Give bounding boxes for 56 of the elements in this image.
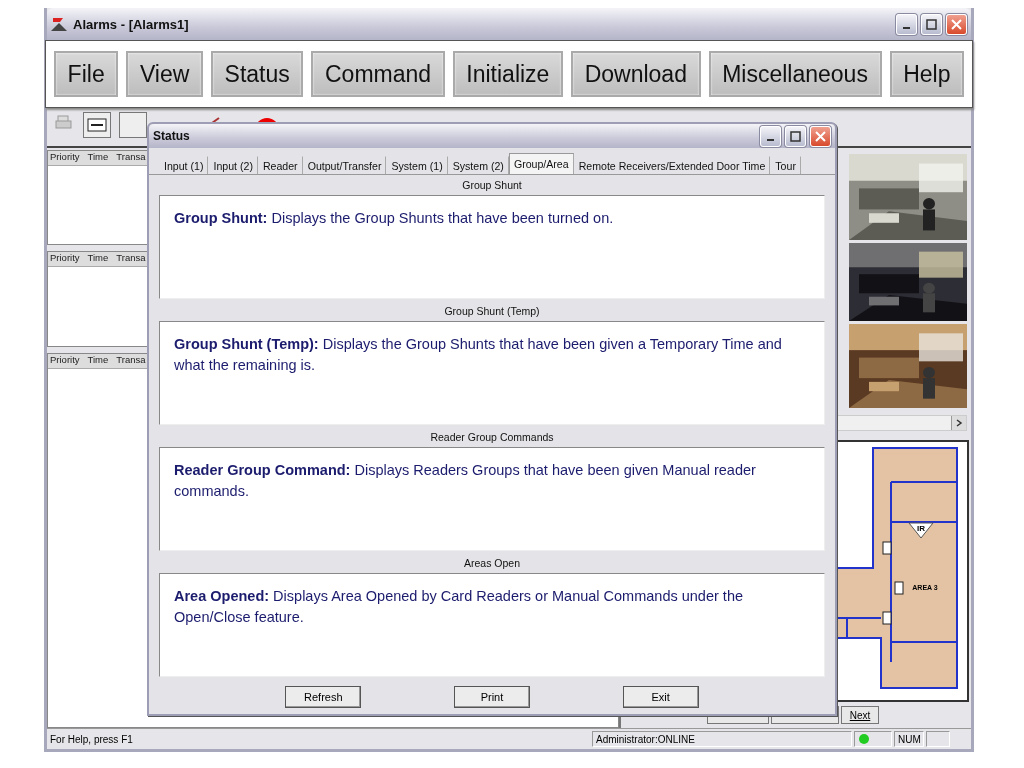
status-led-icon	[858, 733, 870, 745]
column-header[interactable]: Priority	[50, 353, 80, 368]
close-button[interactable]	[946, 13, 967, 35]
menu-button[interactable]: Command	[311, 51, 445, 97]
menu-button[interactable]: Download	[571, 51, 701, 97]
description-text: Group Shunt: Displays the Group Shunts that have been turned on.	[174, 210, 614, 226]
app-logo-icon	[51, 16, 69, 32]
next-button[interactable]: Next	[841, 706, 879, 724]
section-caption: Group Shunt (Temp)	[443, 305, 541, 319]
column-header[interactable]: Time	[87, 252, 109, 267]
description-text: Area Opened: Displays Area Opened by Card Readers or Manual Commands under the Open/Close feature.	[174, 588, 743, 625]
dialog-button[interactable]: Refresh	[285, 686, 362, 708]
close-button[interactable]	[810, 125, 831, 147]
status-panel	[926, 731, 950, 747]
dialog-title: Status	[153, 129, 191, 143]
sensor-label: IR	[917, 524, 925, 533]
column-header[interactable]: Time	[87, 353, 109, 368]
tab[interactable]: Group/Area	[508, 153, 574, 174]
menu-button[interactable]: View	[126, 51, 203, 97]
chevron-right-icon[interactable]	[955, 419, 963, 427]
column-header[interactable]: Priority	[50, 252, 80, 267]
menu-button[interactable]: File	[54, 51, 119, 97]
description-text: Reader Group Command: Displays Readers Groups that have been given Manual reader commands.	[174, 462, 756, 499]
minimize-button[interactable]	[760, 125, 781, 147]
menu-button[interactable]: Status	[210, 51, 304, 97]
section-caption: Areas Open	[462, 557, 521, 571]
dialog-button[interactable]: Exit	[622, 686, 699, 708]
close-icon	[815, 130, 826, 142]
column-header[interactable]: Transa	[116, 252, 146, 267]
toolbar-button[interactable]	[119, 112, 147, 138]
section-caption: Reader Group Commands	[429, 431, 555, 445]
column-header[interactable]: Transa	[116, 151, 146, 165]
maximize-icon	[926, 18, 937, 30]
menu-button[interactable]: Miscellaneous	[708, 51, 882, 97]
minimize-icon	[903, 27, 910, 29]
description-text: Group Shunt (Temp): Displays the Group Shunts that have been given a Temporary Time and what the remaining is.	[174, 336, 782, 373]
minimize-button[interactable]	[896, 13, 917, 35]
column-header[interactable]: Time	[87, 151, 109, 165]
user-status: Administrator:ONLINE	[592, 731, 852, 747]
close-icon	[951, 18, 962, 30]
scroll-bar[interactable]	[835, 415, 967, 431]
menu-button[interactable]: Help	[889, 51, 965, 97]
maximize-icon	[790, 130, 801, 142]
num-lock-indicator: NUM	[894, 731, 924, 747]
maximize-button[interactable]	[921, 13, 942, 35]
maximize-button[interactable]	[785, 125, 806, 147]
column-header[interactable]: Transa	[116, 353, 146, 368]
window-title: Alarms - [Alarms1]	[73, 16, 190, 32]
help-text: For Help, press F1	[49, 733, 134, 745]
minus-box-button[interactable]	[83, 112, 111, 138]
minimize-icon	[767, 139, 774, 141]
menu-button[interactable]: Initialize	[452, 51, 564, 97]
sensor-marker-icon	[908, 522, 934, 539]
column-header[interactable]: Priority	[50, 151, 80, 165]
section-caption: Group Shunt	[461, 179, 523, 193]
dialog-button[interactable]: Print	[454, 686, 530, 708]
